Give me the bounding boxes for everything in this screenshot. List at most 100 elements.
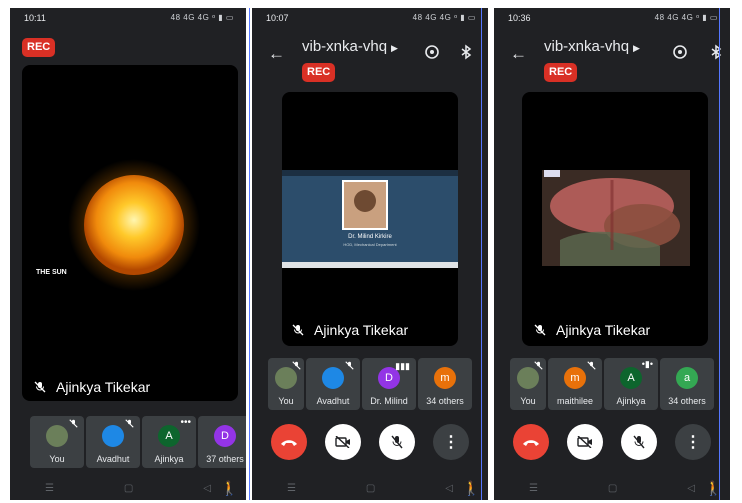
avatar: m	[564, 367, 586, 389]
video-off-button[interactable]	[567, 424, 603, 460]
avatar	[275, 367, 297, 389]
back-icon[interactable]: ◁	[445, 483, 453, 494]
mic-off-button[interactable]	[379, 424, 415, 460]
mic-off-icon	[391, 435, 403, 449]
tile-label: maithilee	[556, 396, 594, 406]
more-options-button[interactable]: ⋮	[433, 424, 469, 460]
participant-tile[interactable]: D ▮▮▮ Dr. Milind	[362, 358, 416, 410]
end-call-button[interactable]	[271, 424, 307, 460]
status-icons: 48 4G 4G ᵒ ▮ ▭	[412, 13, 476, 22]
participant-tile[interactable]: m maithilee	[548, 358, 602, 410]
status-icons: 48 4G 4G ᵒ ▮ ▭	[654, 13, 718, 22]
speaking-icon: ▮▮▮	[395, 361, 410, 371]
status-bar: 10:11 48 4G 4G ᵒ ▮ ▭	[10, 8, 246, 28]
bluetooth-icon[interactable]	[458, 44, 474, 60]
speaker-name: Ajinkya Tikekar	[56, 379, 151, 395]
tile-label: 34 others	[668, 396, 706, 406]
tile-label: Ajinkya	[616, 396, 646, 406]
back-arrow-icon[interactable]: ←	[510, 44, 527, 64]
tile-label: Ajinkya	[154, 454, 184, 464]
participant-tile[interactable]: a 34 others	[660, 358, 714, 410]
phone-screen-2: 10:07 48 4G 4G ᵒ ▮ ▭ ← vib-xnka-vhq ▶ REC…	[252, 8, 488, 500]
participant-tile[interactable]: You	[30, 416, 84, 468]
video-off-icon	[335, 436, 350, 448]
presentation-stage[interactable]: Dr. Milind Kirkire HOD, Mechanical Depar…	[282, 92, 458, 346]
tile-label: Avadhut	[316, 396, 350, 406]
meeting-code[interactable]: vib-xnka-vhq ▶	[302, 38, 398, 55]
home-icon[interactable]: ▢	[608, 483, 617, 494]
avatar: a	[676, 367, 698, 389]
flip-camera-icon[interactable]	[672, 44, 688, 60]
accessibility-icon[interactable]: 🚶	[463, 480, 480, 497]
mic-off-button[interactable]	[621, 424, 657, 460]
mic-off-icon	[345, 361, 354, 370]
avatar	[517, 367, 539, 389]
presenter-photo	[342, 180, 388, 230]
android-nav-bar: ☰ ▢ ◁ 🚶	[494, 478, 730, 498]
tile-label: You	[520, 396, 536, 406]
back-icon[interactable]: ◁	[687, 483, 695, 494]
accessibility-icon[interactable]: 🚶	[221, 480, 238, 497]
android-nav-bar: ☰ ▢ ◁ 🚶	[252, 478, 488, 498]
mic-off-icon	[534, 361, 543, 370]
rec-badge: REC	[302, 63, 336, 82]
phone-screen-1: 10:11 48 4G 4G ᵒ ▮ ▭ REC THE SUN Ajinkya…	[10, 8, 246, 500]
more-vert-icon: ⋮	[685, 434, 701, 451]
end-call-button[interactable]	[513, 424, 549, 460]
avatar: A	[158, 425, 180, 447]
participant-strip: You Avadhut A ••• Ajinkya D 37 others	[30, 416, 246, 468]
android-nav-bar: ☰ ▢ ◁ 🚶	[10, 478, 246, 498]
menu-icon[interactable]: ☰	[45, 483, 54, 494]
status-time: 10:11	[24, 13, 46, 23]
mic-off-icon	[633, 435, 645, 449]
tile-label: 37 others	[206, 454, 244, 464]
tile-label: 34 others	[426, 396, 464, 406]
speaking-icon: •▮•	[641, 359, 653, 369]
menu-icon[interactable]: ☰	[529, 483, 538, 494]
more-dots-icon: •••	[180, 417, 191, 428]
tile-label: You	[49, 454, 65, 464]
slide-caption: THE SUN	[36, 269, 67, 276]
call-controls: ⋮	[252, 424, 488, 460]
panel-divider	[481, 8, 482, 500]
participant-tile[interactable]: A •▮• Ajinkya	[604, 358, 658, 410]
presentation-stage[interactable]: Ajinkya Tikekar	[522, 92, 708, 346]
speaker-label: Ajinkya Tikekar	[292, 322, 458, 338]
avatar: D	[214, 425, 236, 447]
video-off-button[interactable]	[325, 424, 361, 460]
end-call-icon	[281, 440, 297, 446]
slide-name: Dr. Milind Kirkire	[348, 234, 392, 240]
more-options-button[interactable]: ⋮	[675, 424, 711, 460]
video-off-icon	[577, 436, 592, 448]
participant-tile[interactable]: You	[510, 358, 546, 410]
status-time: 10:07	[266, 13, 289, 23]
participant-strip: You m maithilee A •▮• Ajinkya a 34 other…	[510, 358, 714, 410]
home-icon[interactable]: ▢	[124, 483, 133, 494]
participant-tile[interactable]: m 34 others	[418, 358, 472, 410]
status-time: 10:36	[508, 13, 531, 23]
mic-off-icon	[292, 361, 301, 370]
participant-tile[interactable]: A ••• Ajinkya	[142, 416, 196, 468]
flip-camera-icon[interactable]	[424, 44, 440, 60]
participant-tile[interactable]: Avadhut	[86, 416, 140, 468]
shared-slide: Dr. Milind Kirkire HOD, Mechanical Depar…	[282, 170, 458, 268]
back-icon[interactable]: ◁	[203, 483, 211, 494]
meeting-code[interactable]: vib-xnka-vhq ▶	[544, 38, 640, 55]
participant-tile[interactable]: You	[268, 358, 304, 410]
menu-icon[interactable]: ☰	[287, 483, 296, 494]
slide-subtitle: HOD, Mechanical Department	[343, 242, 397, 247]
speaker-name: Ajinkya Tikekar	[556, 322, 651, 338]
participant-tile[interactable]: Avadhut	[306, 358, 360, 410]
presentation-stage[interactable]: THE SUN Ajinkya Tikekar	[22, 65, 238, 401]
speaker-label: Ajinkya Tikekar	[34, 379, 238, 395]
participant-tile[interactable]: D 37 others	[198, 416, 246, 468]
mic-off-icon	[125, 419, 134, 428]
slide-topbar	[282, 170, 458, 176]
avatar	[322, 367, 344, 389]
home-icon[interactable]: ▢	[366, 483, 375, 494]
status-bar: 10:07 48 4G 4G ᵒ ▮ ▭	[252, 8, 488, 28]
tile-label: Dr. Milind	[370, 396, 408, 406]
back-arrow-icon[interactable]: ←	[268, 44, 285, 64]
phone-screen-3: 10:36 48 4G 4G ᵒ ▮ ▭ ← vib-xnka-vhq ▶ REC…	[494, 8, 730, 500]
bluetooth-icon[interactable]	[708, 44, 724, 60]
